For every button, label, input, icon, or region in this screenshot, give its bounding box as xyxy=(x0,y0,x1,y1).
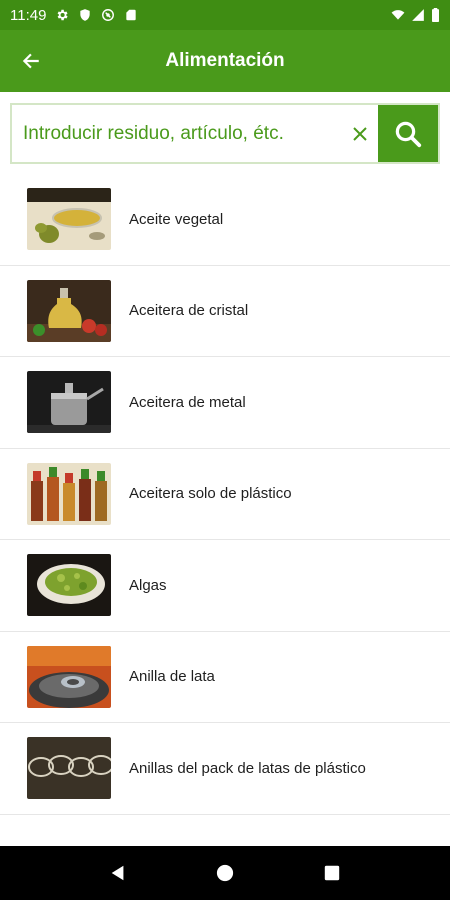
recents-square-icon xyxy=(324,865,339,881)
vpn-icon xyxy=(102,9,115,21)
back-button[interactable] xyxy=(0,30,62,92)
list-item[interactable]: Aceitera de metal xyxy=(0,357,450,449)
list-item-label: Anillas del pack de latas de plástico xyxy=(129,759,366,777)
list-item[interactable]: Aceitera solo de plástico xyxy=(0,449,450,540)
arrow-back-icon xyxy=(22,53,39,69)
close-icon xyxy=(353,126,367,141)
status-time: 11:49 xyxy=(10,6,47,24)
list-item-label: Aceite vegetal xyxy=(129,210,224,228)
shield-icon xyxy=(80,9,91,21)
search-icon xyxy=(395,121,422,147)
list-item[interactable]: Anillas del pack de latas de plástico xyxy=(0,723,450,815)
system-nav-bar xyxy=(0,846,450,900)
nav-recents-button[interactable] xyxy=(312,853,352,893)
vegetable-oil-thumbnail xyxy=(27,188,111,251)
waste-list: Aceite vegetal Aceitera de cristal Aceit… xyxy=(0,174,450,855)
gear-icon xyxy=(58,9,69,21)
list-item-label: Anilla de lata xyxy=(129,668,215,686)
metal-oil-can-thumbnail xyxy=(27,371,111,434)
list-item-label: Aceitera de metal xyxy=(129,393,246,411)
seaweed-thumbnail xyxy=(27,554,111,617)
status-bar: 11:49 xyxy=(0,0,450,30)
nav-home-button[interactable] xyxy=(205,853,245,893)
list-item-label: Algas xyxy=(129,576,167,594)
list-item-label: Aceitera solo de plástico xyxy=(129,485,292,503)
clear-search-button[interactable] xyxy=(342,105,378,162)
search-input[interactable] xyxy=(12,105,342,162)
sd-card-icon xyxy=(126,9,137,21)
plastic-six-pack-rings-thumbnail xyxy=(27,737,111,800)
app-bar: Alimentación xyxy=(0,30,450,92)
list-item[interactable]: Aceite vegetal xyxy=(0,174,450,266)
page-title: Alimentación xyxy=(165,50,285,71)
back-triangle-icon xyxy=(112,865,124,881)
home-circle-icon xyxy=(216,864,234,882)
plastic-oil-bottles-thumbnail xyxy=(27,462,111,525)
wifi-icon xyxy=(391,10,405,20)
glass-oil-cruet-thumbnail xyxy=(27,279,111,342)
list-item-label: Aceitera de cristal xyxy=(129,302,249,320)
search-button[interactable] xyxy=(378,105,438,162)
list-item[interactable]: Aceitera de cristal xyxy=(0,266,450,357)
list-item[interactable]: Algas xyxy=(0,540,450,632)
list-item[interactable]: Anilla de lata xyxy=(0,632,450,723)
nav-back-button[interactable] xyxy=(98,853,138,893)
battery-icon xyxy=(432,8,439,22)
search-bar xyxy=(10,103,440,164)
signal-icon xyxy=(412,9,424,21)
can-ring-thumbnail xyxy=(27,645,111,708)
